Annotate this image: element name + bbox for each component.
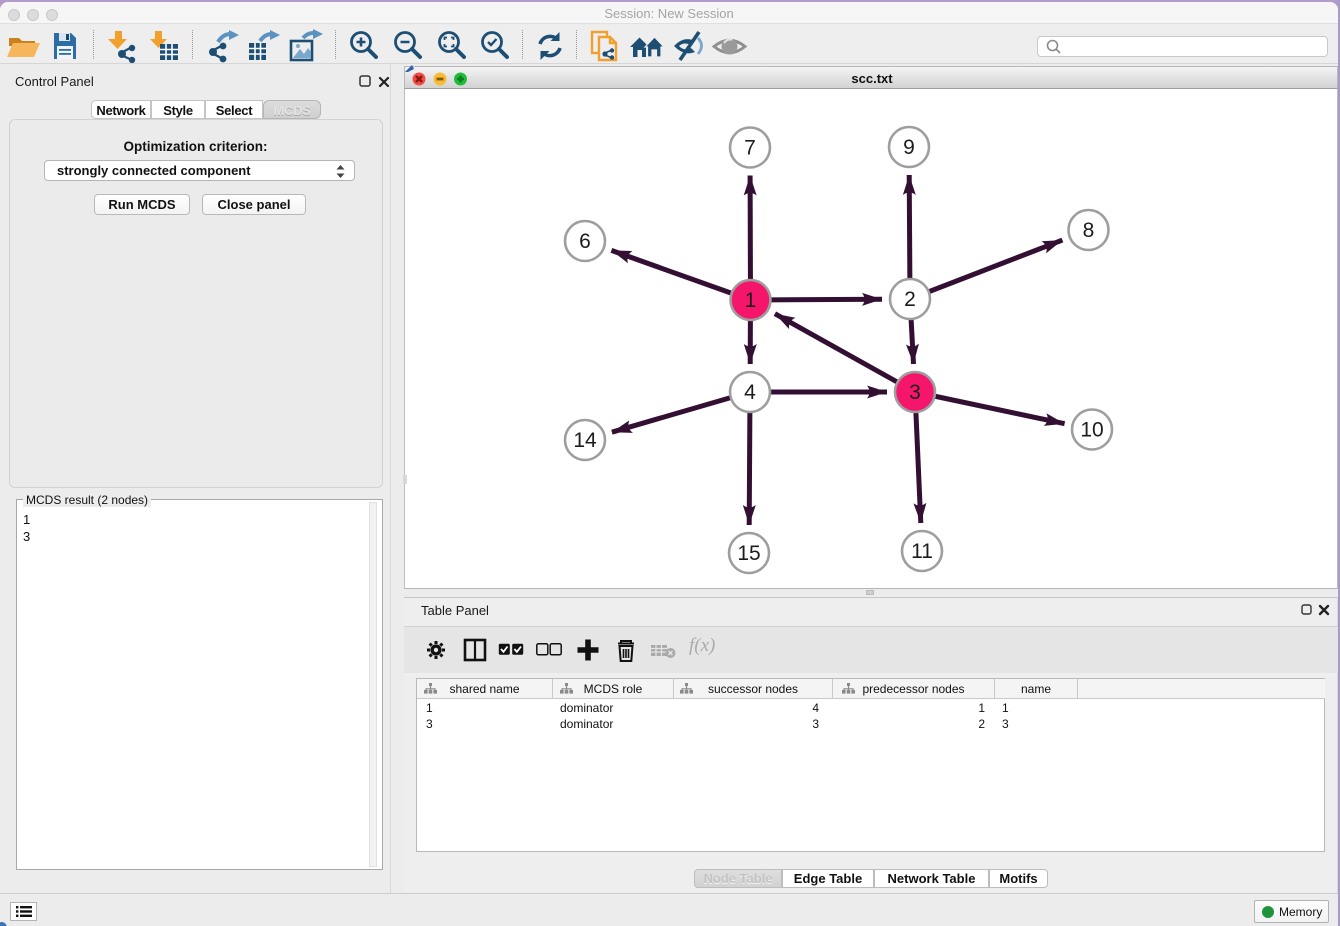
svg-text:7: 7	[744, 137, 756, 160]
svg-text:15: 15	[737, 542, 760, 565]
svg-text:6: 6	[579, 230, 591, 253]
svg-text:10: 10	[1080, 419, 1103, 442]
svg-text:11: 11	[911, 540, 933, 563]
svg-text:4: 4	[744, 381, 756, 404]
svg-text:14: 14	[573, 429, 597, 452]
svg-text:2: 2	[904, 288, 916, 311]
svg-text:1: 1	[745, 289, 757, 312]
svg-text:9: 9	[903, 136, 915, 159]
svg-text:3: 3	[909, 381, 921, 404]
svg-text:8: 8	[1083, 219, 1095, 242]
